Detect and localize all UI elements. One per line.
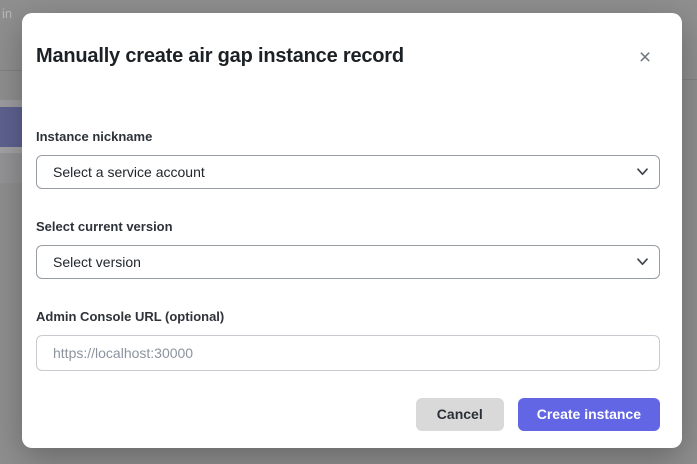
background-table-row [0, 153, 23, 183]
background-table-row [0, 100, 23, 107]
admin-console-url-label: Admin Console URL (optional) [36, 310, 660, 323]
background-text-fragment: in [2, 6, 12, 21]
field-group-admin-console-url: Admin Console URL (optional) [36, 310, 660, 371]
service-account-select[interactable]: Select a service account [36, 155, 660, 189]
version-select[interactable]: Select version [36, 245, 660, 279]
instance-nickname-label: Instance nickname [36, 130, 660, 143]
service-account-select-wrap: Select a service account [36, 155, 660, 189]
current-version-label: Select current version [36, 220, 660, 233]
modal-footer: Cancel Create instance [36, 398, 660, 431]
background-divider [681, 79, 697, 80]
field-group-instance-nickname: Instance nickname Select a service accou… [36, 130, 660, 189]
cancel-button[interactable]: Cancel [416, 398, 504, 431]
create-airgap-instance-modal: Manually create air gap instance record … [22, 13, 682, 448]
create-instance-button[interactable]: Create instance [518, 398, 660, 431]
background-divider [0, 70, 24, 71]
background-selected-row [0, 107, 23, 147]
field-group-current-version: Select current version Select version [36, 220, 660, 279]
modal-title: Manually create air gap instance record [36, 44, 660, 68]
close-icon[interactable]: × [632, 45, 658, 71]
version-select-wrap: Select version [36, 245, 660, 279]
admin-console-url-input[interactable] [36, 335, 660, 371]
